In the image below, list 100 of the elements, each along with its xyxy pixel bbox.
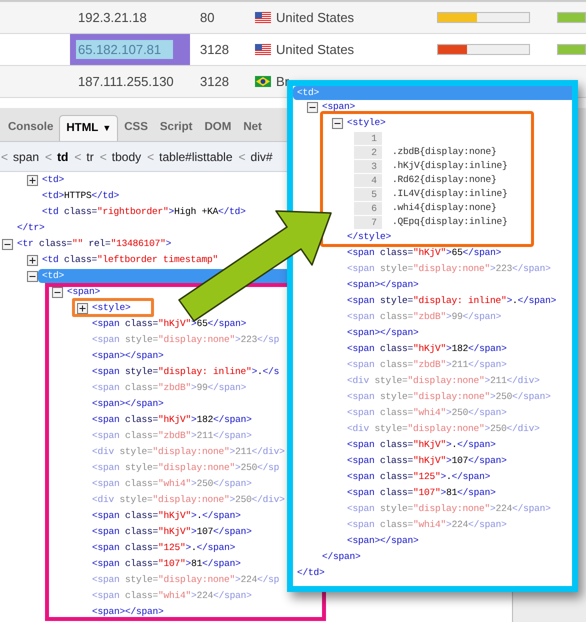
breadcrumb-link[interactable]: tbody: [112, 148, 142, 166]
breadcrumb-separator: <: [147, 148, 154, 166]
table-cell-text: 80: [200, 8, 216, 27]
css-rule: .hKjV{display:inline}: [392, 158, 508, 173]
panel-tab[interactable]: Net: [237, 115, 268, 141]
table-cell: 65.182.107.81: [70, 34, 190, 65]
code-line: <span></span>: [347, 279, 419, 291]
table-cell-text: 187.111.255.130: [77, 72, 175, 91]
code-line: <span></span>: [92, 606, 164, 618]
code-line: <span class="whi4">250</span>: [92, 478, 252, 490]
panel-tab[interactable]: DOM: [198, 115, 238, 141]
code-line: </td>: [297, 567, 325, 579]
code-line: <span class="whi4">224</span>: [347, 519, 507, 531]
line-number: 7: [354, 216, 382, 228]
code-line: </tr>: [17, 222, 45, 234]
country-name: United States: [276, 40, 354, 59]
line-number: 3: [354, 160, 382, 172]
code-line: <span>: [67, 286, 100, 298]
code-line: <span class="hKjV">.</span>: [92, 510, 241, 522]
line-number: 1: [354, 132, 382, 144]
code-line: <div style="display:none">250</div>: [347, 423, 540, 435]
code-line: <span style="display:none">250</span>: [347, 391, 551, 403]
code-line: <td>: [42, 174, 64, 186]
code-line: <span class="hKjV">107</span>: [347, 455, 507, 467]
css-rule: .whi4{display:none}: [392, 200, 497, 215]
code-line: <span class="107">81</span>: [92, 558, 241, 570]
code-line: <span></span>: [347, 535, 419, 547]
code-line: <td>HTTPS</td>: [42, 190, 120, 202]
code-line: <div style="display:none">211</div>: [92, 446, 285, 458]
breadcrumb-link[interactable]: td: [57, 148, 68, 166]
css-rule: .QEpq{display:inline}: [392, 214, 508, 229]
breadcrumb-link[interactable]: table#listtable: [159, 148, 233, 166]
code-line: <span style="display:none">223</sp: [92, 334, 280, 346]
code-line: <style>: [92, 302, 131, 314]
code-line: <span class="hKjV">107</span>: [92, 526, 252, 538]
code-line: <span class="zbdB">99</span>: [92, 382, 246, 394]
breadcrumb-separator: <: [1, 148, 8, 166]
collapse-icon[interactable]: [27, 270, 38, 282]
code-line: <span class="hKjV">.</span>: [347, 439, 496, 451]
code-line: <span class="107">81</span>: [347, 487, 496, 499]
table-cell-text: 3128: [200, 72, 230, 91]
code-line: <span style="display: inline">.</s: [92, 366, 280, 378]
code-line: <span style="display:none">223</span>: [347, 263, 551, 275]
line-number: 5: [354, 188, 382, 200]
code-line: <span class="125">.</span>: [92, 542, 236, 554]
expand-icon[interactable]: [77, 302, 88, 314]
code-line: <span>: [322, 101, 356, 113]
code-line: <span class="hKjV">65</span>: [92, 318, 246, 330]
line-number: 6: [354, 202, 382, 214]
code-line: <td>: [42, 270, 64, 282]
country-name: United States: [276, 8, 354, 27]
code-line: <span></span>: [347, 327, 419, 339]
code-line: <span style="display:none">224</span>: [347, 503, 551, 515]
css-rule: .zbdB{display:none}: [392, 144, 497, 159]
code-line: <span class="hKjV">182</span>: [347, 343, 507, 355]
code-line: <span></span>: [92, 350, 164, 362]
expand-icon[interactable]: [27, 254, 38, 266]
breadcrumb-link[interactable]: span: [13, 148, 40, 166]
code-line: <style>: [347, 117, 386, 129]
code-line: <tr class="" rel="13486107">: [17, 238, 172, 250]
code-line: <td class="leftborder timestamp": [42, 254, 218, 266]
breadcrumb-separator: <: [45, 148, 52, 166]
code-line: <span style="display: inline">.</span>: [347, 295, 556, 307]
table-cell-text: 192.3.21.18: [77, 8, 148, 27]
breadcrumb-separator: <: [100, 148, 107, 166]
line-number: 4: [354, 174, 382, 186]
expand-icon[interactable]: [27, 174, 38, 186]
panel-tab[interactable]: CSS: [118, 115, 154, 141]
line-number: 2: [354, 146, 382, 158]
code-line: <td>: [297, 86, 320, 98]
breadcrumb-link[interactable]: tr: [86, 148, 94, 166]
breadcrumb-separator: <: [238, 148, 246, 166]
code-line: <span class="zbdB">211</span>: [347, 359, 507, 371]
code-line: <div style="display:none">211</div>: [347, 375, 540, 387]
table-cell-text: 3128: [200, 40, 230, 59]
code-line: <span class="125">.</span>: [347, 471, 490, 483]
panel-tab[interactable]: HTML ▼: [59, 115, 118, 141]
code-line: </span>: [322, 551, 361, 563]
css-rule: .IL4V{display:inline}: [392, 186, 508, 201]
breadcrumb-separator: <: [74, 148, 82, 166]
code-line: <span></span>: [92, 398, 164, 410]
code-line: <span class="hKjV">65</span>: [347, 247, 502, 259]
code-line: <td class="rightborder">High +KA</td>: [42, 206, 246, 218]
code-line: <div style="display:none">250</div>: [92, 494, 285, 506]
css-rule: .Rd62{display:none}: [392, 172, 497, 187]
collapse-icon[interactable]: [332, 118, 343, 128]
panel-tab[interactable]: Script: [154, 115, 198, 141]
code-line: <span class="whi4">250</span>: [347, 407, 507, 419]
code-line: <span class="hKjV">182</span>: [92, 414, 252, 426]
collapse-icon[interactable]: [2, 238, 13, 250]
collapse-icon[interactable]: [52, 286, 63, 298]
code-line: <span style="display:none">224</sp: [92, 574, 280, 586]
panel-tab[interactable]: Console: [2, 115, 60, 141]
code-line: </style>: [347, 231, 392, 243]
country-name: Br: [276, 72, 289, 91]
code-line: <span class="whi4">224</span>: [92, 590, 252, 602]
code-line: <span class="zbdB">211</span>: [92, 430, 252, 442]
breadcrumb-link[interactable]: div#: [250, 148, 273, 166]
code-line: <span style="display:none">250</sp: [92, 462, 280, 474]
collapse-icon[interactable]: [307, 102, 318, 112]
